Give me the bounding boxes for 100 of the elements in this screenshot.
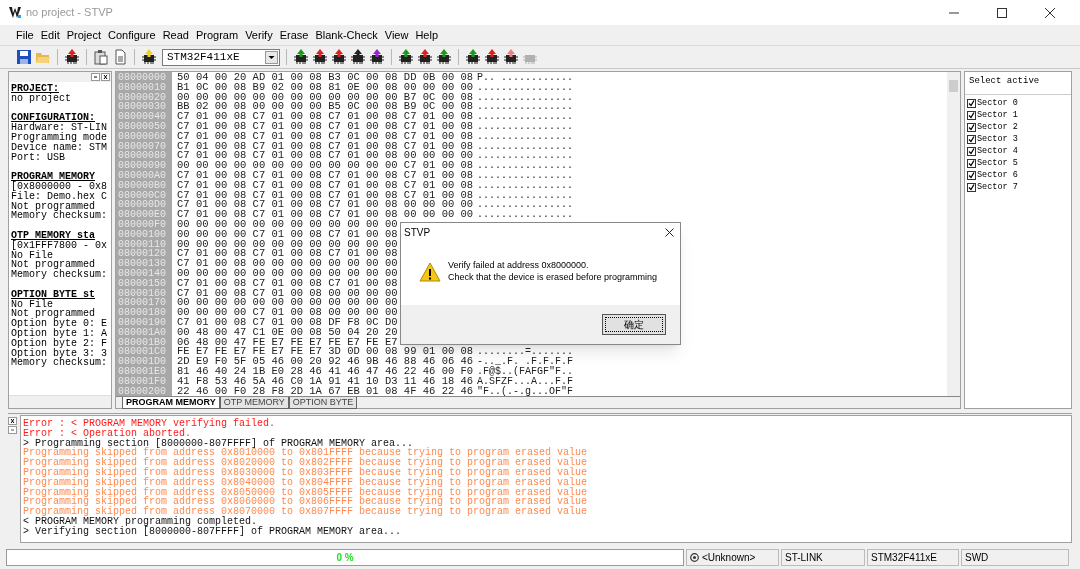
menu-item[interactable]: Configure [107, 26, 156, 44]
section-heading: PROGRAM MEMORY [11, 172, 95, 182]
info-text: No File [11, 250, 53, 261]
chip-icon[interactable] [331, 49, 347, 65]
app-logo-icon [8, 6, 22, 19]
close-icon[interactable] [8, 417, 17, 425]
ascii-text: ........=....... [477, 347, 573, 358]
hex-bytes: 00 00 00 00 00 00 00 00 00 00 00 00 B7 0C 00 08 [177, 92, 474, 103]
log-line: > Verifying section [8000000-807FFFF] of PROGRAM MEMORY area... [23, 526, 403, 537]
save-icon[interactable] [16, 49, 32, 65]
hex-bytes: 81 46 40 24 1B E0 28 46 41 46 47 46 22 46 00 F0 [177, 366, 474, 377]
menu-item[interactable]: Program [195, 26, 239, 44]
tab[interactable]: OTP MEMORY [219, 397, 289, 409]
address-label: 08000170 [117, 298, 167, 309]
document-icon[interactable] [112, 49, 128, 65]
ascii-text: ................ [477, 180, 573, 191]
close-icon[interactable] [101, 73, 110, 81]
menu-item[interactable]: Project [66, 26, 101, 44]
hex-bytes: 00 00 00 00 00 00 00 00 00 00 00 00 [177, 298, 398, 309]
chip-icon[interactable] [398, 49, 414, 65]
tab[interactable]: OPTION BYTE [288, 397, 358, 409]
hex-bytes: 41 F8 53 46 5A 46 C0 1A 91 41 10 D3 11 46 18 46 [177, 376, 474, 387]
ascii-text: A.SFZF...A...F.F [477, 376, 573, 387]
close-icon[interactable] [665, 227, 674, 237]
window-title: no project - STVP [26, 5, 113, 21]
address-label: 08000100 [117, 229, 167, 240]
chip-icon[interactable] [350, 49, 366, 65]
ascii-text: ................ [477, 82, 573, 93]
hex-bytes: FE E7 FE E7 FE E7 FE E7 3D 0D 00 08 99 01 00 08 [177, 347, 474, 358]
info-text: [0x8000000 - 0x8 [11, 181, 108, 192]
address-label: 08000180 [117, 308, 167, 318]
address-label: 080001C0 [117, 347, 167, 358]
checkbox[interactable] [967, 110, 976, 120]
checkbox[interactable] [967, 134, 976, 144]
checkbox[interactable] [967, 170, 976, 180]
checkbox[interactable] [967, 122, 976, 132]
info-text: No File [11, 299, 53, 310]
info-text: Memory checksum: [11, 270, 108, 280]
ascii-text: ................ [477, 170, 573, 181]
hex-bytes: C7 01 00 08 C7 01 00 08 C7 01 00 08 [177, 278, 398, 289]
ascii-text: P.. ............ [477, 73, 573, 83]
clipboard-icon[interactable] [93, 49, 109, 65]
progress-text: 0 % [336, 551, 354, 565]
close-icon[interactable] [1044, 6, 1056, 19]
hex-bytes: C7 01 00 08 C7 01 00 08 C7 01 00 08 00 00 00 00 [177, 200, 474, 211]
log-line: Error : < Operation aborted. [23, 428, 192, 439]
hex-bytes: 22 46 00 F0 28 F8 2D 1A 67 EB 01 08 4F 46 22 46 [177, 386, 474, 396]
ok-button[interactable]: 确定 [602, 314, 666, 335]
info-text: Hardware: ST-LIN [11, 123, 108, 133]
menu-item[interactable]: File [16, 26, 34, 44]
ascii-text: ................ [477, 151, 573, 162]
checkbox[interactable] [967, 98, 976, 108]
menu-item[interactable]: Read [162, 26, 189, 44]
chip-icon[interactable] [64, 49, 80, 65]
chip-icon[interactable] [484, 49, 500, 65]
device-select[interactable]: STM32F411xE [162, 48, 280, 66]
info-text: Device name: STM [11, 142, 108, 153]
vertical-scrollbar[interactable] [947, 72, 960, 396]
menu-item[interactable]: Help [415, 26, 439, 44]
address-label: 08000020 [117, 92, 167, 103]
chip-icon[interactable] [312, 49, 328, 65]
menu-item[interactable]: Verify [245, 26, 273, 44]
ascii-text: ................ [477, 102, 573, 113]
menu-item[interactable]: Erase [279, 26, 309, 44]
address-label: 080000F0 [117, 219, 167, 230]
minimize-icon[interactable] [91, 73, 100, 81]
warning-icon [419, 262, 441, 282]
section-heading: OTP MEMORY sta [11, 230, 96, 241]
maximize-icon[interactable] [996, 6, 1008, 19]
chip-icon[interactable] [369, 49, 385, 65]
ascii-text: .F@$..(FAFGF"F.. [477, 366, 573, 377]
chip-icon[interactable] [417, 49, 433, 65]
ascii-text: "F..(.-.g...OF"F [477, 386, 573, 396]
section-heading: OPTION BYTE st [11, 289, 96, 300]
section-heading: PROJECT: [11, 84, 59, 94]
tab[interactable]: PROGRAM MEMORY [122, 397, 220, 409]
address-label: 08000150 [117, 278, 167, 289]
chip-icon[interactable] [503, 49, 519, 65]
ascii-text: ................ [477, 112, 573, 122]
menu-item[interactable]: Blank-Check [315, 26, 378, 44]
checkbox[interactable] [967, 182, 976, 192]
hex-bytes: 00 00 00 00 00 00 00 00 00 00 00 00 [177, 239, 398, 250]
chip-icon[interactable] [141, 49, 157, 65]
address-label: 08000090 [117, 161, 167, 171]
chip-icon[interactable] [436, 49, 452, 65]
ascii-text: ................ [477, 131, 573, 142]
hex-bytes: C7 01 00 08 C7 01 00 08 C7 01 00 08 C7 01 00 08 [177, 180, 474, 191]
chip-icon[interactable] [293, 49, 309, 65]
chip-icon[interactable] [465, 49, 481, 65]
menu-item[interactable]: View [384, 26, 409, 44]
menu-item[interactable]: Edit [40, 26, 60, 44]
hex-bytes: 00 48 00 47 C1 0E 00 08 50 04 20 20 [177, 327, 398, 338]
checkbox[interactable] [967, 146, 976, 156]
log-line: Programming skipped from address 0x8040000 to 0x804FFFF because trying to program erased value [23, 477, 589, 488]
horizontal-scrollbar[interactable] [9, 395, 111, 408]
hex-bytes: 2D E9 F0 5F 05 46 00 20 92 46 9B 46 88 46 06 46 [177, 357, 474, 367]
address-label: 080000C0 [117, 190, 167, 201]
address-label: 08000040 [117, 112, 167, 122]
checkbox[interactable] [967, 158, 976, 168]
info-text: Memory checksum: [11, 358, 108, 369]
